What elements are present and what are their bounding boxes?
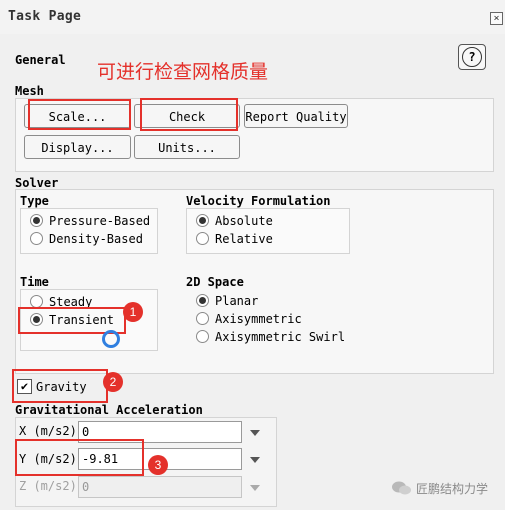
highlight-y-input: [15, 439, 144, 476]
highlight-gravity: [12, 369, 108, 403]
accel-x-dropdown-icon[interactable]: [250, 430, 260, 436]
radio-icon: [30, 214, 43, 227]
radio-icon: [30, 232, 43, 245]
radio-absolute[interactable]: Absolute: [196, 213, 273, 229]
radio-label: Pressure-Based: [49, 214, 151, 228]
accel-heading: Gravitational Acceleration: [15, 403, 203, 417]
type-heading: Type: [20, 194, 49, 208]
radio-icon: [196, 294, 209, 307]
accel-z-label: Z (m/s2): [19, 479, 77, 493]
radio-label: Planar: [215, 294, 259, 308]
highlight-scale: [28, 99, 131, 130]
radio-label: Axisymmetric: [215, 312, 302, 326]
radio-label: Absolute: [215, 214, 273, 228]
radio-label: Density-Based: [49, 232, 143, 246]
velocity-heading: Velocity Formulation: [186, 194, 331, 208]
radio-label: Relative: [215, 232, 273, 246]
radio-icon: [196, 214, 209, 227]
space-heading: 2D Space: [186, 275, 244, 289]
radio-axisymmetric[interactable]: Axisymmetric: [196, 311, 302, 327]
watermark-text: 匠鹏结构力学: [416, 482, 489, 496]
step-badge-1: 1: [123, 302, 143, 322]
radio-icon: [196, 330, 209, 343]
step-badge-3: 3: [148, 455, 168, 475]
general-heading: General: [15, 53, 66, 67]
highlight-check: [140, 98, 238, 131]
mesh-heading: Mesh: [15, 84, 44, 98]
accel-z-input: 0: [78, 476, 242, 498]
window-title: Task Page: [8, 9, 82, 24]
wechat-logo-icon: [391, 480, 413, 496]
accel-y-dropdown-icon[interactable]: [250, 457, 260, 463]
radio-density-based[interactable]: Density-Based: [30, 231, 143, 247]
radio-axisymmetric-swirl[interactable]: Axisymmetric Swirl: [196, 329, 345, 345]
radio-icon: [196, 232, 209, 245]
help-icon: ?: [462, 47, 482, 67]
display-button[interactable]: Display...: [24, 135, 131, 159]
loading-spinner-icon: [102, 330, 120, 348]
accel-z-dropdown-icon: [250, 485, 260, 491]
help-button[interactable]: ?: [458, 44, 486, 70]
report-quality-button[interactable]: Report Quality: [244, 104, 348, 128]
accel-x-label: X (m/s2): [19, 424, 77, 438]
step-badge-2: 2: [103, 372, 123, 392]
radio-label: Axisymmetric Swirl: [215, 330, 346, 344]
time-heading: Time: [20, 275, 49, 289]
annotation-text: 可进行检查网格质量: [97, 61, 269, 83]
units-button[interactable]: Units...: [134, 135, 240, 159]
title-bar: Task Page ×: [0, 0, 505, 35]
close-icon[interactable]: ×: [490, 12, 503, 25]
radio-relative[interactable]: Relative: [196, 231, 273, 247]
radio-pressure-based[interactable]: Pressure-Based: [30, 213, 150, 229]
radio-icon: [196, 312, 209, 325]
radio-planar[interactable]: Planar: [196, 293, 258, 309]
solver-heading: Solver: [15, 176, 59, 190]
